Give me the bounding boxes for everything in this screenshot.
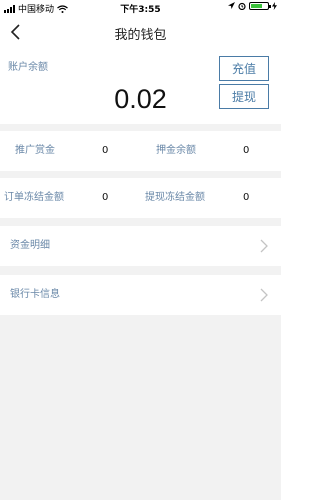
withdraw-button[interactable]: 提现 [219, 84, 269, 109]
promotion-bounty-label: 推广赏金 [15, 145, 55, 156]
charging-icon [272, 2, 277, 10]
status-right [228, 2, 277, 10]
chevron-right-icon [260, 239, 268, 253]
deposit-balance-label: 押金余额 [156, 145, 196, 156]
stats-row-1: 推广赏金 0 押金余额 0 [0, 131, 281, 171]
alarm-icon [238, 2, 246, 10]
fund-details-item[interactable]: 资金明细 [0, 226, 281, 266]
withdraw-frozen-value: 0 [243, 192, 250, 203]
stats-row-2: 订单冻结金额 0 提现冻结金额 0 [0, 178, 281, 218]
fund-details-label: 资金明细 [10, 240, 50, 251]
bank-card-info-label: 银行卡信息 [10, 289, 60, 300]
chevron-right-icon [260, 288, 268, 302]
balance-label: 账户余额 [8, 62, 48, 73]
withdraw-frozen-label: 提现冻结金额 [145, 192, 205, 203]
wallet-page: 中国移动 下午3:55 我的钱包 账户余额 0.02 充值 提现 推广赏金 0 … [0, 0, 281, 500]
location-icon [228, 2, 235, 9]
order-frozen-value: 0 [102, 192, 109, 203]
status-bar: 中国移动 下午3:55 [0, 0, 281, 15]
bank-card-info-item[interactable]: 银行卡信息 [0, 275, 281, 315]
order-frozen-label: 订单冻结金额 [4, 192, 64, 203]
promotion-bounty-value: 0 [102, 145, 109, 156]
page-title: 我的钱包 [114, 28, 167, 43]
deposit-balance-value: 0 [243, 145, 250, 156]
nav-bar: 我的钱包 [0, 14, 281, 50]
balance-section: 账户余额 0.02 充值 提现 [0, 50, 281, 124]
recharge-button[interactable]: 充值 [219, 56, 269, 81]
battery-icon [249, 2, 271, 10]
